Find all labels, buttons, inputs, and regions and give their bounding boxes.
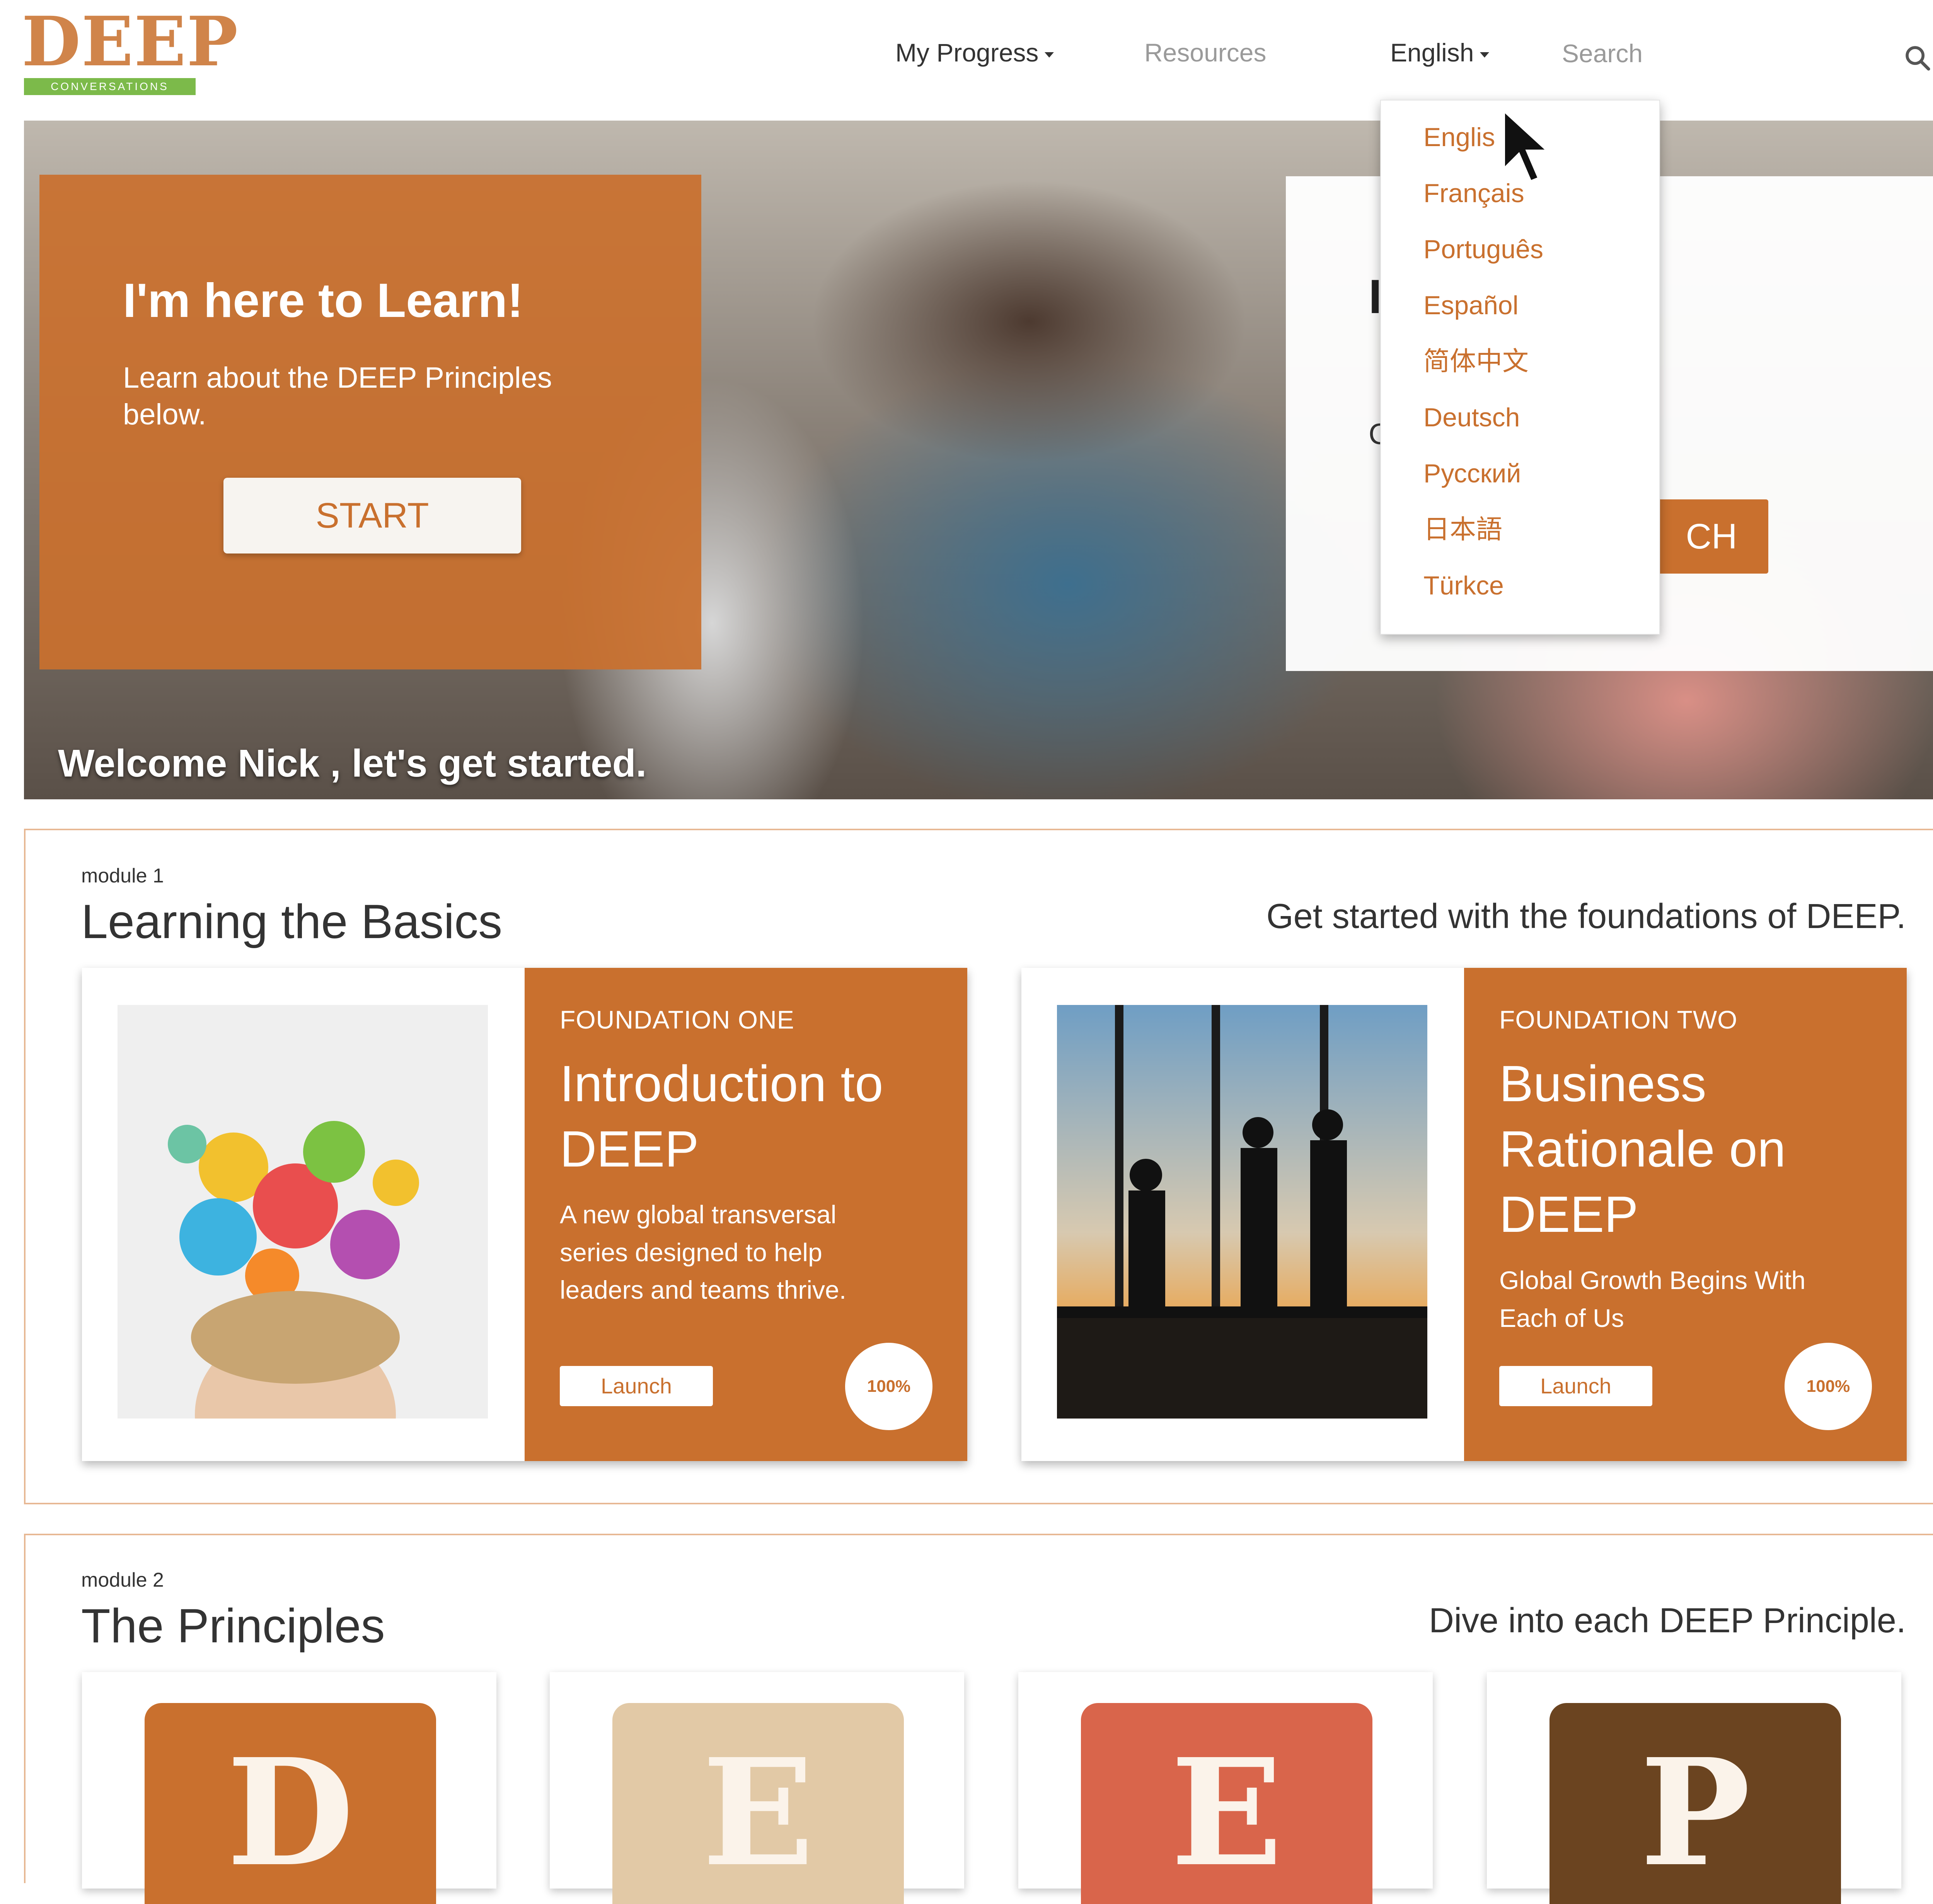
language-option-portuguese[interactable]: Português <box>1423 232 1543 267</box>
creative-head-image <box>118 1005 488 1419</box>
foundation-one-description: A new global transversal series designed… <box>560 1200 847 1305</box>
principle-card-e-2[interactable]: E <box>1018 1672 1433 1904</box>
progress-badge: 100% <box>845 1343 932 1430</box>
language-option-german[interactable]: Deutsch <box>1423 400 1520 435</box>
language-option-english[interactable]: Englis <box>1423 120 1495 155</box>
my-progress-label: My Progress <box>895 38 1039 67</box>
logo-subtitle: CONVERSATIONS <box>24 78 196 95</box>
logo-word: DEEP <box>22 2 239 82</box>
principle-card-d[interactable]: D <box>82 1672 496 1904</box>
principle-letter: E <box>1171 1726 1283 1899</box>
principle-letter: E <box>702 1726 814 1899</box>
module-1-title: Learning the Basics <box>81 895 503 949</box>
principle-card-e[interactable]: E <box>550 1672 964 1904</box>
foundation-two-title: Business Rationale on DEEP <box>1499 1055 1786 1243</box>
module-1-label: module 1 <box>81 865 164 887</box>
language-option-spanish[interactable]: Español <box>1423 288 1519 323</box>
foundation-two-description: Global Growth Begins With Each of Us <box>1499 1266 1806 1332</box>
principle-tile: D <box>145 1703 436 1904</box>
office-silhouette-image <box>1057 1005 1427 1419</box>
language-label: English <box>1390 38 1474 67</box>
chevron-down-icon <box>1045 52 1054 58</box>
language-option-japanese[interactable]: 日本語 <box>1423 512 1502 547</box>
learn-text: Learn about the DEEP Principles below. <box>123 361 552 431</box>
search-icon[interactable] <box>1903 43 1932 73</box>
language-option-turkish[interactable]: Türkce <box>1423 568 1504 603</box>
module-2-title: The Principles <box>81 1599 385 1653</box>
language-option-chinese[interactable]: 简体中文 <box>1423 344 1529 379</box>
foundation-one-launch-button[interactable]: Launch <box>560 1366 713 1406</box>
principle-tile: E <box>1081 1703 1372 1904</box>
principle-letter: P <box>1640 1726 1751 1899</box>
module-2-label: module 2 <box>81 1569 164 1591</box>
foundation-one-kicker: FOUNDATION ONE <box>560 1005 794 1034</box>
welcome-message: Welcome Nick , let's get started. <box>58 742 647 785</box>
progress-badge: 100% <box>1785 1343 1872 1430</box>
principle-tile: E <box>612 1703 904 1904</box>
my-progress-menu[interactable]: My Progress <box>895 37 1054 68</box>
mouse-cursor-icon <box>1501 105 1553 185</box>
principle-tile: P <box>1549 1703 1841 1904</box>
foundation-one-card[interactable]: FOUNDATION ONE Introduction to DEEP A ne… <box>82 968 967 1461</box>
module-1-tagline: Get started with the foundations of DEEP… <box>1266 897 1906 936</box>
foundation-two-kicker: FOUNDATION TWO <box>1499 1005 1738 1034</box>
language-menu[interactable]: English <box>1390 37 1490 68</box>
deep-logo[interactable]: DEEP CONVERSATIONS <box>22 8 238 100</box>
module-2-tagline: Dive into each DEEP Principle. <box>1429 1601 1906 1640</box>
principle-card-p[interactable]: P <box>1487 1672 1901 1904</box>
language-option-russian[interactable]: Русский <box>1423 456 1521 491</box>
learn-title: I'm here to Learn! <box>123 274 523 327</box>
search-input[interactable]: Search <box>1562 38 1643 69</box>
find-search-button[interactable]: CH <box>1655 499 1768 574</box>
foundation-two-launch-button[interactable]: Launch <box>1499 1366 1652 1406</box>
foundation-one-title: Introduction to DEEP <box>560 1055 883 1177</box>
start-button[interactable]: START <box>223 478 521 553</box>
chevron-down-icon <box>1480 52 1490 58</box>
resources-link[interactable]: Resources <box>1144 37 1266 68</box>
foundation-two-card[interactable]: FOUNDATION TWO Business Rationale on DEE… <box>1021 968 1907 1461</box>
principle-letter: D <box>227 1726 354 1899</box>
